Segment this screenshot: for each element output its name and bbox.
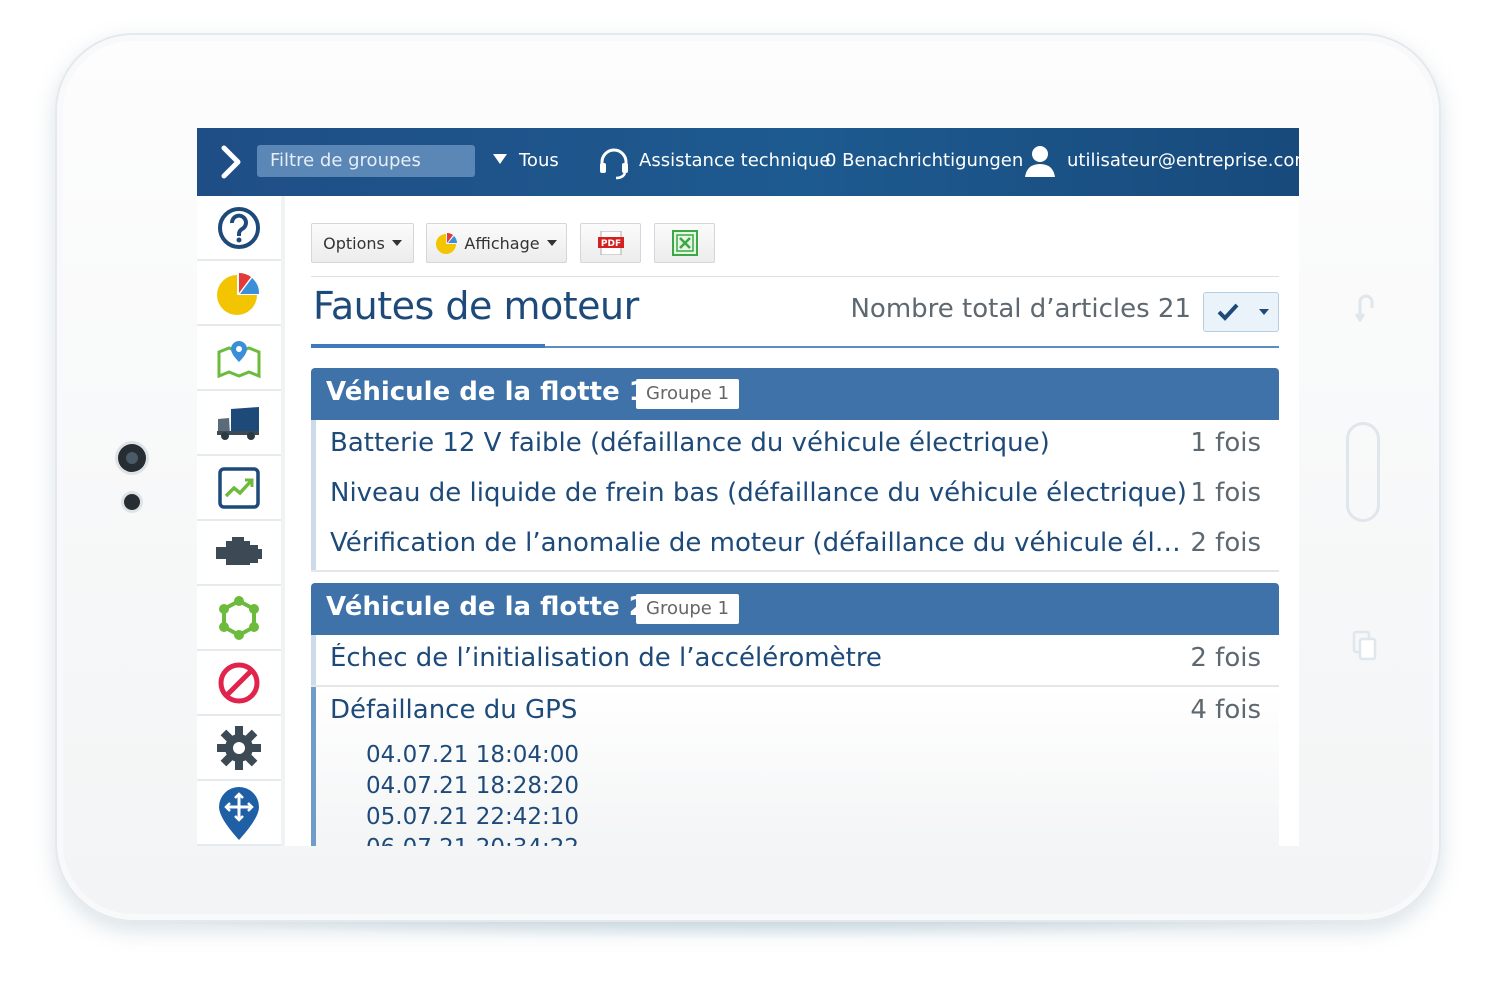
- group-filter-dropdown[interactable]: Tous: [493, 150, 559, 171]
- location-move-icon: [219, 786, 259, 840]
- pie-chart-icon: [436, 233, 458, 254]
- fault-label: Défaillance du GPS: [330, 695, 578, 725]
- pdf-icon-label: PDF: [600, 239, 620, 249]
- copy-icon[interactable]: [1352, 630, 1378, 662]
- app-screen: Filtre de groupes Tous Assistance techni…: [197, 128, 1299, 846]
- triangle-down-icon: [493, 154, 507, 164]
- engine-icon: [216, 536, 262, 565]
- select-all-dropdown[interactable]: [1203, 292, 1279, 332]
- group-badge: Groupe 1: [636, 379, 740, 409]
- fault-count: 1 fois: [1190, 478, 1261, 508]
- group-filter-input[interactable]: Filtre de groupes: [257, 145, 475, 177]
- fault-count: 1 fois: [1190, 428, 1261, 458]
- fault-count: 4 fois: [1190, 695, 1261, 725]
- sidebar-item-help[interactable]: [197, 196, 281, 261]
- fault-row[interactable]: Batterie 12 V faible (défaillance du véh…: [311, 420, 1279, 472]
- sidebar-item-engine[interactable]: [197, 521, 281, 586]
- map-icon: [217, 340, 261, 378]
- back-icon[interactable]: [1352, 292, 1380, 322]
- home-button[interactable]: [1346, 422, 1380, 522]
- row-indicator: [311, 520, 316, 570]
- fault-timestamp: 05.07.21 22:42:10: [366, 804, 580, 830]
- user-account-link[interactable]: utilisateur@entreprise.com: [1067, 150, 1299, 171]
- sidebar-item-restrictions[interactable]: [197, 651, 281, 716]
- camera-lens: [118, 444, 146, 472]
- toolbar-divider: [311, 276, 1279, 277]
- pdf-icon: PDF: [597, 231, 624, 255]
- fault-timestamp: 04.07.21 18:28:20: [366, 773, 580, 799]
- fault-count: 2 fois: [1190, 528, 1261, 558]
- fault-count: 2 fois: [1190, 643, 1261, 673]
- group-header[interactable]: Véhicule de la flotte 2 Groupe 1: [311, 583, 1279, 635]
- checkmark-icon: [1217, 303, 1239, 321]
- fault-label: Vérification de l’anomalie de moteur (dé…: [330, 528, 1190, 558]
- top-bar: Filtre de groupes Tous Assistance techni…: [197, 128, 1299, 196]
- display-button-label: Affichage: [464, 233, 540, 253]
- group-name: Véhicule de la flotte 2: [326, 592, 647, 622]
- fault-row-expanded[interactable]: Défaillance du GPS 4 fois 04.07.21 18:04…: [311, 687, 1279, 846]
- row-indicator: [311, 420, 316, 470]
- page-title: Fautes de moteur: [313, 284, 639, 328]
- sidebar-divider: [281, 196, 285, 846]
- sidebar-item-settings[interactable]: [197, 716, 281, 781]
- row-indicator: [311, 635, 316, 685]
- truck-icon: [217, 406, 259, 440]
- caret-down-icon: [546, 240, 557, 246]
- network-icon: [219, 595, 259, 640]
- group-badge: Groupe 1: [636, 594, 740, 624]
- gear-icon: [217, 725, 261, 770]
- export-pdf-button[interactable]: PDF: [580, 223, 641, 263]
- fault-row[interactable]: Niveau de liquide de frein bas (défailla…: [311, 470, 1279, 522]
- group-name: Véhicule de la flotte 1: [326, 377, 647, 407]
- row-indicator: [311, 470, 316, 520]
- row-indicator: [311, 687, 316, 846]
- caret-down-icon: [1259, 309, 1269, 315]
- camera-sensor: [124, 494, 140, 510]
- group-header[interactable]: Véhicule de la flotte 1 Groupe 1: [311, 368, 1279, 420]
- display-button[interactable]: Affichage: [426, 223, 567, 263]
- fault-row[interactable]: Échec de l’initialisation de l’accélérom…: [311, 635, 1279, 687]
- user-icon[interactable]: [1023, 144, 1057, 178]
- title-underline-accent: [311, 344, 545, 348]
- options-button[interactable]: Options: [311, 223, 414, 263]
- sidebar-item-locations[interactable]: [197, 781, 281, 846]
- menu-expand-icon[interactable]: [217, 144, 247, 180]
- group-filter-value: Tous: [519, 150, 559, 171]
- notifications-link[interactable]: 0 Benachrichtigungen: [825, 150, 1023, 171]
- fault-timestamp: 06.07.21 20:34:22: [366, 835, 579, 846]
- sidebar-item-reports[interactable]: [197, 261, 281, 326]
- pie-chart-icon: [217, 272, 260, 315]
- help-icon: [218, 206, 260, 249]
- caret-down-icon: [391, 240, 402, 246]
- sidebar: [197, 196, 285, 846]
- export-excel-button[interactable]: [654, 223, 715, 263]
- sidebar-item-analytics[interactable]: [197, 456, 281, 521]
- fault-label: Batterie 12 V faible (défaillance du véh…: [330, 428, 1050, 458]
- total-items-count: Nombre total d’articles 21: [850, 294, 1191, 324]
- trend-chart-icon: [218, 466, 260, 509]
- headset-icon[interactable]: [597, 146, 631, 180]
- support-link[interactable]: Assistance technique: [639, 150, 830, 171]
- fault-timestamp: 04.07.21 18:04:00: [366, 742, 580, 768]
- fault-label: Niveau de liquide de frein bas (défailla…: [330, 478, 1187, 508]
- fault-label: Échec de l’initialisation de l’accélérom…: [330, 643, 882, 673]
- excel-icon: [671, 230, 698, 256]
- sidebar-item-map[interactable]: [197, 326, 281, 391]
- options-button-label: Options: [323, 233, 385, 253]
- sidebar-item-network[interactable]: [197, 586, 281, 651]
- sidebar-item-vehicles[interactable]: [197, 391, 281, 456]
- forbidden-icon: [218, 662, 260, 703]
- fault-row[interactable]: Vérification de l’anomalie de moteur (dé…: [311, 520, 1279, 572]
